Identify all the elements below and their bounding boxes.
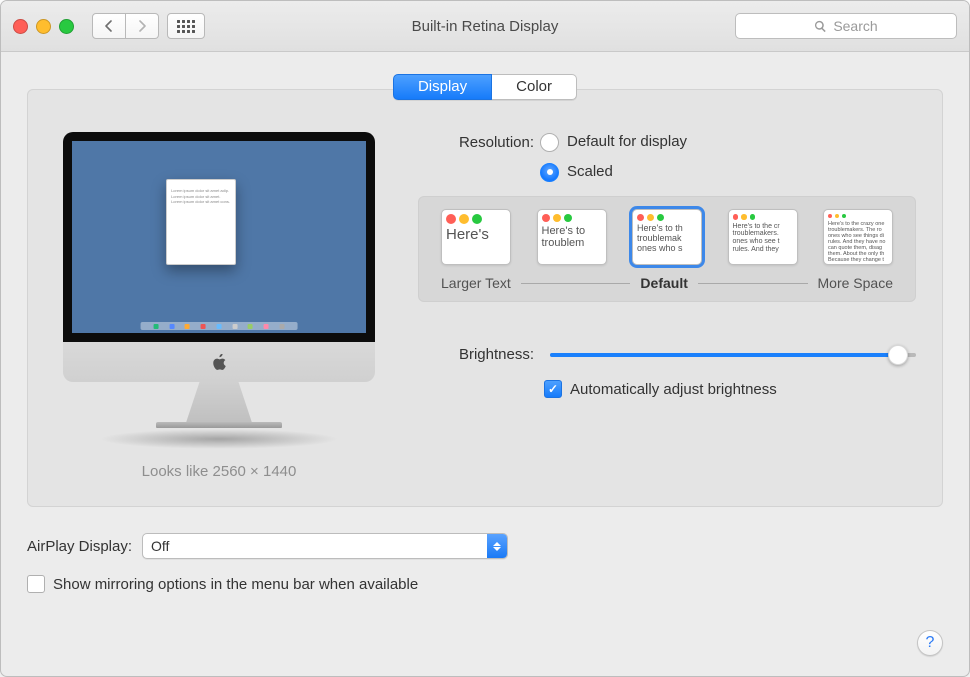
sample-text: Here's to troublem — [542, 225, 602, 249]
airplay-selected-value: Off — [151, 538, 169, 554]
scale-option-4[interactable]: Here's to the cr troublemakers. ones who… — [728, 209, 798, 265]
tab-display[interactable]: Display — [393, 74, 492, 100]
titlebar: Built-in Retina Display Search — [1, 1, 969, 52]
system-preferences-window: Built-in Retina Display Search Display C… — [0, 0, 970, 677]
slider-thumb[interactable] — [888, 345, 908, 365]
display-preview: Lorem ipsum dolor sit amet adip. Lorem i… — [54, 132, 384, 480]
preferences-body: Display Color Lorem ipsum dolor sit amet… — [1, 52, 969, 676]
select-caret-icon — [487, 534, 507, 558]
scale-label-larger: Larger Text — [441, 275, 511, 291]
chevron-right-icon — [137, 20, 147, 32]
airplay-select[interactable]: Off — [142, 533, 508, 559]
display-controls: Resolution: Default for display Scaled — [418, 132, 916, 480]
search-placeholder: Search — [833, 18, 877, 34]
scale-option-5[interactable]: Here's to the crazy one troublemakers. T… — [823, 209, 893, 265]
auto-brightness-checkbox[interactable]: Automatically adjust brightness — [544, 380, 916, 398]
zoom-icon[interactable] — [59, 19, 74, 34]
search-input[interactable]: Search — [735, 13, 957, 39]
apple-logo-icon — [211, 354, 228, 371]
radio-icon — [540, 163, 559, 182]
radio-label: Scaled — [567, 162, 613, 182]
radio-label: Default for display — [567, 132, 687, 152]
search-icon — [814, 20, 827, 33]
show-mirroring-checkbox[interactable]: Show mirroring options in the menu bar w… — [27, 575, 943, 593]
close-icon[interactable] — [13, 19, 28, 34]
scale-label-default: Default — [640, 275, 687, 291]
tab-group: Display Color — [27, 74, 943, 89]
sample-text: Here's to the cr troublemakers. ones who… — [733, 223, 793, 254]
scale-option-1[interactable]: Here's — [441, 209, 511, 265]
scaled-resolution-picker: Here's Here's to troublem Here's to th t… — [418, 196, 916, 302]
auto-brightness-label: Automatically adjust brightness — [570, 381, 777, 398]
back-button[interactable] — [92, 13, 126, 39]
brightness-slider[interactable] — [550, 353, 916, 357]
checkbox-icon — [544, 380, 562, 398]
imac-illustration: Lorem ipsum dolor sit amet adip. Lorem i… — [63, 132, 375, 449]
chevron-left-icon — [104, 20, 114, 32]
resolution-radio-group: Default for display Scaled — [540, 132, 687, 182]
show-mirroring-label: Show mirroring options in the menu bar w… — [53, 576, 418, 593]
scale-line — [521, 283, 631, 284]
question-icon: ? — [926, 634, 935, 652]
forward-button[interactable] — [126, 13, 159, 39]
radio-scaled[interactable]: Scaled — [540, 162, 687, 182]
sample-text: Here's to th troublemak ones who s — [637, 224, 697, 254]
scale-option-2[interactable]: Here's to troublem — [537, 209, 607, 265]
radio-default-for-display[interactable]: Default for display — [540, 132, 687, 152]
help-button[interactable]: ? — [917, 630, 943, 656]
brightness-label: Brightness: — [418, 344, 540, 366]
dock-icon — [141, 322, 298, 330]
airplay-label: AirPlay Display: — [27, 538, 132, 555]
checkbox-icon — [27, 575, 45, 593]
nav-button-group — [92, 13, 159, 39]
grid-icon — [177, 20, 195, 33]
display-panel: Lorem ipsum dolor sit amet adip. Lorem i… — [27, 89, 943, 507]
tab-color[interactable]: Color — [492, 74, 577, 100]
sample-text: Here's to the crazy one troublemakers. T… — [828, 221, 888, 263]
slider-fill — [550, 353, 898, 357]
minimize-icon[interactable] — [36, 19, 51, 34]
sample-window-icon: Lorem ipsum dolor sit amet adip. Lorem i… — [166, 179, 236, 265]
bottom-section: AirPlay Display: Off Show mirroring opti… — [27, 533, 943, 593]
traffic-lights — [13, 19, 74, 34]
scale-line — [698, 283, 808, 284]
resolution-label: Resolution: — [418, 132, 540, 154]
sample-text: Here's — [446, 227, 506, 244]
resolution-readout: Looks like 2560 × 1440 — [142, 463, 297, 480]
scale-option-3-default[interactable]: Here's to th troublemak ones who s — [632, 209, 702, 265]
radio-icon — [540, 133, 559, 152]
show-all-prefs-button[interactable] — [167, 13, 205, 39]
scale-label-more-space: More Space — [818, 275, 893, 291]
